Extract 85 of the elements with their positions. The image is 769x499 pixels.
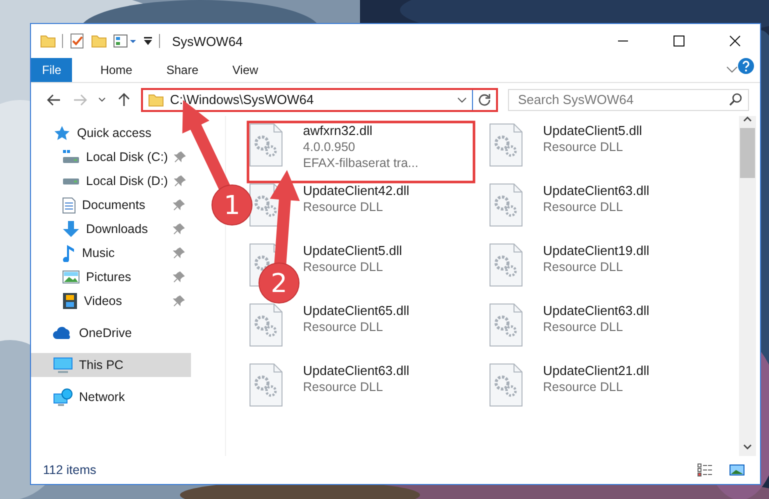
search-icon bbox=[729, 93, 742, 106]
file-name: UpdateClient5.dll bbox=[543, 123, 642, 138]
chevron-down-icon bbox=[98, 96, 106, 102]
drive-icon bbox=[62, 150, 80, 164]
back-arrow-icon bbox=[47, 94, 61, 106]
file-detail: Resource DLL bbox=[303, 260, 384, 274]
folder-icon bbox=[148, 92, 164, 106]
details-view-icon bbox=[697, 463, 713, 477]
computer-icon bbox=[53, 357, 73, 373]
file-name: UpdateClient19.dll bbox=[543, 243, 650, 258]
navigation-item[interactable]: Local Disk (C:) bbox=[31, 145, 191, 169]
document-icon bbox=[62, 196, 76, 214]
file-detail: Resource DLL bbox=[303, 200, 384, 214]
file-detail: Resource DLL bbox=[543, 140, 624, 154]
forward-arrow-icon bbox=[73, 94, 87, 106]
file-name: awfxrn32.dll bbox=[303, 123, 374, 138]
search-field[interactable]: Search SysWOW64 bbox=[508, 88, 749, 110]
address-bar[interactable]: C:\Windows\SysWOW64 bbox=[141, 88, 498, 112]
gear-file-icon bbox=[489, 243, 523, 287]
folder-icon bbox=[91, 34, 107, 48]
file-detail: Resource DLL bbox=[543, 260, 624, 274]
file-detail: Resource DLL bbox=[543, 320, 624, 334]
folder-icon bbox=[40, 34, 56, 48]
drive-icon bbox=[62, 178, 80, 184]
ribbon-tab[interactable]: Share bbox=[152, 58, 212, 82]
maximize-icon bbox=[673, 35, 685, 47]
navigation-item[interactable]: Videos bbox=[31, 289, 191, 313]
file-name: UpdateClient63.dll bbox=[543, 303, 650, 318]
film-icon bbox=[62, 292, 78, 310]
ribbon-tab[interactable]: Home bbox=[86, 58, 146, 82]
network-icon bbox=[53, 388, 73, 406]
scrollbar[interactable] bbox=[739, 116, 756, 456]
window-title: SysWOW64 bbox=[172, 34, 244, 48]
navigation-item[interactable]: Network bbox=[31, 385, 191, 409]
chevron-down-icon bbox=[457, 96, 467, 102]
file-detail: Resource DLL bbox=[303, 320, 384, 334]
checklist-icon bbox=[69, 33, 85, 49]
gear-file-icon bbox=[249, 123, 283, 167]
scroll-down-icon bbox=[743, 444, 752, 450]
thumbnail-view-icon bbox=[729, 464, 745, 476]
gear-file-icon bbox=[489, 363, 523, 407]
file-detail: EFAX-filbaserat tra... bbox=[303, 156, 418, 170]
file-detail: Resource DLL bbox=[543, 200, 624, 214]
step-badge: 1 bbox=[212, 184, 252, 226]
file-name: UpdateClient63.dll bbox=[303, 363, 410, 378]
file-detail: Resource DLL bbox=[303, 380, 384, 394]
customize-icon bbox=[143, 36, 153, 46]
scroll-thumb[interactable] bbox=[740, 128, 755, 178]
address-path: C:\Windows\SysWOW64 bbox=[169, 92, 315, 107]
file-name: UpdateClient5.dll bbox=[303, 243, 402, 258]
gear-file-icon bbox=[489, 123, 523, 167]
navigation-item[interactable]: Local Disk (D:) bbox=[31, 169, 191, 193]
navigation-item[interactable]: Downloads bbox=[31, 217, 191, 241]
file-detail: 4.0.0.950 bbox=[303, 140, 356, 154]
file-menu-tab[interactable]: File bbox=[31, 58, 72, 82]
file-name: UpdateClient42.dll bbox=[303, 183, 410, 198]
properties-icon bbox=[113, 34, 137, 48]
item-count: 112 items bbox=[43, 463, 98, 477]
file-detail: Resource DLL bbox=[543, 380, 624, 394]
up-arrow-icon bbox=[118, 92, 130, 106]
gear-file-icon bbox=[249, 303, 283, 347]
gear-file-icon bbox=[249, 363, 283, 407]
file-name: UpdateClient63.dll bbox=[543, 183, 650, 198]
refresh-icon bbox=[478, 93, 491, 106]
star-icon bbox=[53, 125, 71, 141]
navigation-item[interactable]: Music bbox=[31, 241, 191, 265]
expand-ribbon-icon bbox=[726, 66, 738, 74]
navigation-item[interactable]: Documents bbox=[31, 193, 191, 217]
scroll-up-icon bbox=[743, 116, 752, 122]
file-name: UpdateClient65.dll bbox=[303, 303, 410, 318]
help-icon bbox=[738, 58, 754, 74]
picture-icon bbox=[62, 270, 80, 284]
gear-file-icon bbox=[489, 183, 523, 227]
down-arrow-icon bbox=[62, 220, 80, 238]
cloud-icon bbox=[53, 326, 73, 340]
file-name: UpdateClient21.dll bbox=[543, 363, 650, 378]
navigation-item[interactable]: Quick access bbox=[31, 121, 191, 145]
step-badge: 2 bbox=[258, 262, 300, 304]
music-note-icon bbox=[62, 244, 76, 262]
navigation-item[interactable]: This PC bbox=[31, 353, 191, 377]
gear-file-icon bbox=[489, 303, 523, 347]
close-icon bbox=[729, 35, 741, 47]
ribbon-tab[interactable]: View bbox=[218, 58, 272, 82]
navigation-item[interactable]: Pictures bbox=[31, 265, 191, 289]
navigation-item[interactable]: OneDrive bbox=[31, 321, 191, 345]
